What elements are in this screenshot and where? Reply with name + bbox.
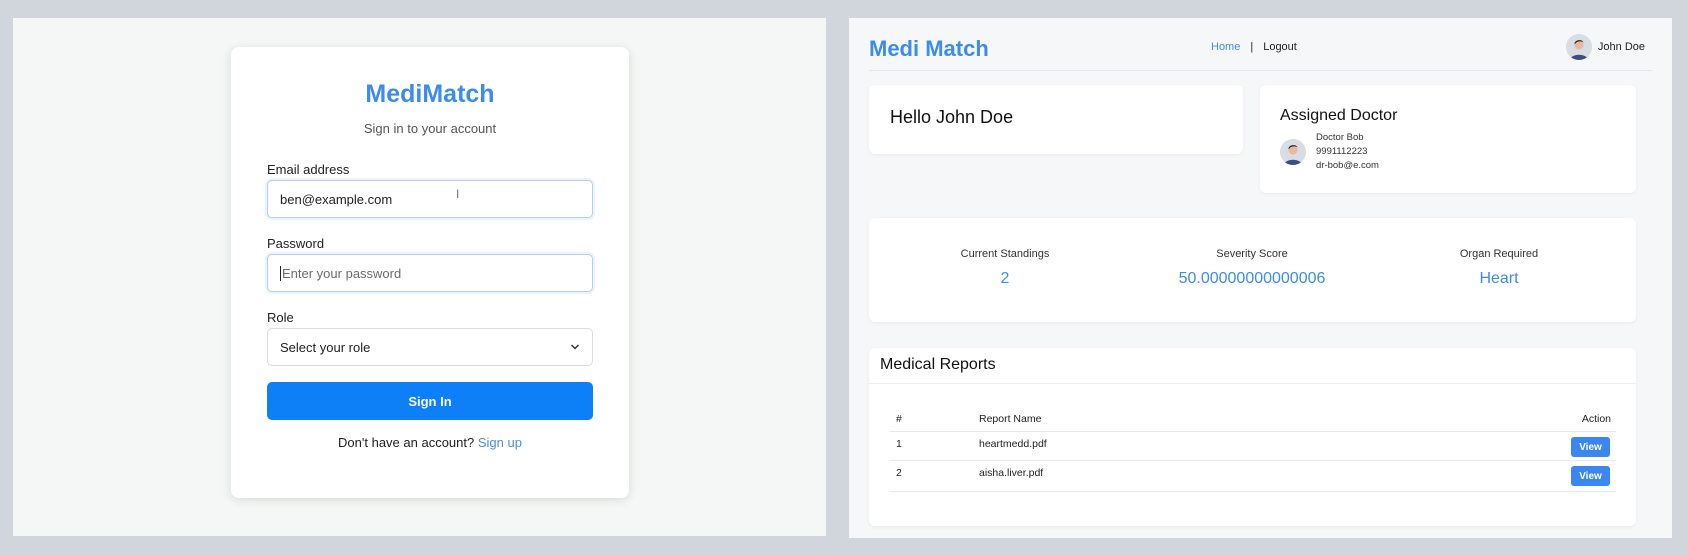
input-caret — [280, 265, 281, 281]
reports-table: # Report Name Action 1 heartmedd.pdf Vie… — [889, 410, 1616, 492]
row-num: 1 — [896, 438, 902, 450]
doctor-email: dr-bob@e.com — [1316, 160, 1379, 171]
stats-card: Current Standings 2 Severity Score 50.00… — [869, 218, 1636, 322]
top-nav: Home | Logout — [1211, 41, 1297, 53]
greeting-card: Hello John Doe — [869, 85, 1243, 154]
stat-organ-required: Organ Required Heart — [1399, 248, 1599, 288]
doctor-avatar — [1280, 139, 1306, 165]
text-cursor-icon: I — [456, 187, 460, 201]
table-row: 1 heartmedd.pdf View — [889, 432, 1616, 461]
stat-label: Organ Required — [1459, 248, 1539, 260]
signup-prompt: Don't have an account? — [338, 435, 475, 450]
app-logo[interactable]: Medi Match — [869, 36, 989, 62]
password-placeholder: Enter your password — [282, 265, 402, 281]
doctor-phone: 9991112223 — [1316, 146, 1368, 157]
doctor-name: Doctor Bob — [1316, 132, 1364, 143]
login-screen: MediMatch Sign in to your account Email … — [13, 18, 826, 536]
view-report-button[interactable]: View — [1571, 466, 1610, 486]
stat-severity-score: Severity Score 50.00000000000006 — [1152, 248, 1352, 288]
doctor-avatar-icon — [1280, 139, 1306, 165]
brand-title: MediMatch — [365, 80, 495, 108]
stat-label: Current Standings — [960, 248, 1050, 260]
greeting-text: Hello John Doe — [890, 107, 1014, 127]
assigned-doctor-title: Assigned Doctor — [1280, 107, 1398, 124]
reports-divider — [869, 383, 1636, 384]
role-select[interactable]: Select your role — [267, 328, 593, 366]
dashboard-screen: Medi Match Home | Logout John Doe Hello … — [849, 18, 1672, 538]
nav-logout-link[interactable]: Logout — [1263, 41, 1297, 53]
row-report-name: aisha.liver.pdf — [979, 467, 1044, 479]
row-report-name: heartmedd.pdf — [979, 438, 1047, 450]
email-field[interactable]: ben@example.com I — [267, 180, 593, 218]
user-name: John Doe — [1597, 41, 1645, 53]
password-label: Password — [267, 236, 325, 251]
login-card: MediMatch Sign in to your account Email … — [231, 47, 629, 498]
avatar — [1565, 34, 1592, 60]
table-header-row: # Report Name Action — [889, 410, 1616, 432]
password-field[interactable]: Enter your password — [267, 254, 593, 292]
role-label: Role — [267, 310, 294, 325]
assigned-doctor-card: Assigned Doctor Doctor Bob 9991112223 dr… — [1260, 85, 1636, 193]
doctor-info: Doctor Bob 9991112223 dr-bob@e.com — [1280, 131, 1379, 173]
header-action: Action — [1581, 413, 1611, 425]
table-row: 2 aisha.liver.pdf View — [889, 461, 1616, 492]
stat-current-standings: Current Standings 2 — [905, 248, 1105, 288]
email-value: ben@example.com — [280, 191, 393, 207]
header-report-name: Report Name — [979, 413, 1042, 425]
stat-value: Heart — [1479, 270, 1519, 287]
stat-value: 50.00000000000006 — [1178, 270, 1326, 287]
chevron-down-icon — [570, 344, 580, 350]
login-subtitle: Sign in to your account — [363, 121, 497, 136]
signup-link[interactable]: Sign up — [478, 435, 522, 450]
stat-value: 2 — [1000, 270, 1010, 287]
reports-title: Medical Reports — [880, 356, 996, 373]
header-divider — [869, 70, 1652, 71]
view-report-button[interactable]: View — [1571, 437, 1610, 457]
signup-line: Don't have an account? Sign up — [231, 435, 629, 450]
nav-home-link[interactable]: Home — [1211, 41, 1240, 53]
user-avatar-icon — [1565, 34, 1592, 60]
nav-separator: | — [1250, 41, 1254, 53]
role-selected: Select your role — [280, 339, 371, 355]
user-menu[interactable]: John Doe — [1565, 34, 1645, 60]
row-num: 2 — [896, 467, 902, 479]
email-label: Email address — [267, 162, 350, 177]
header-num: # — [896, 413, 902, 425]
sign-in-button[interactable]: Sign In — [267, 382, 593, 420]
medical-reports-card: Medical Reports # Report Name Action 1 h… — [869, 348, 1636, 526]
stat-label: Severity Score — [1216, 248, 1288, 260]
